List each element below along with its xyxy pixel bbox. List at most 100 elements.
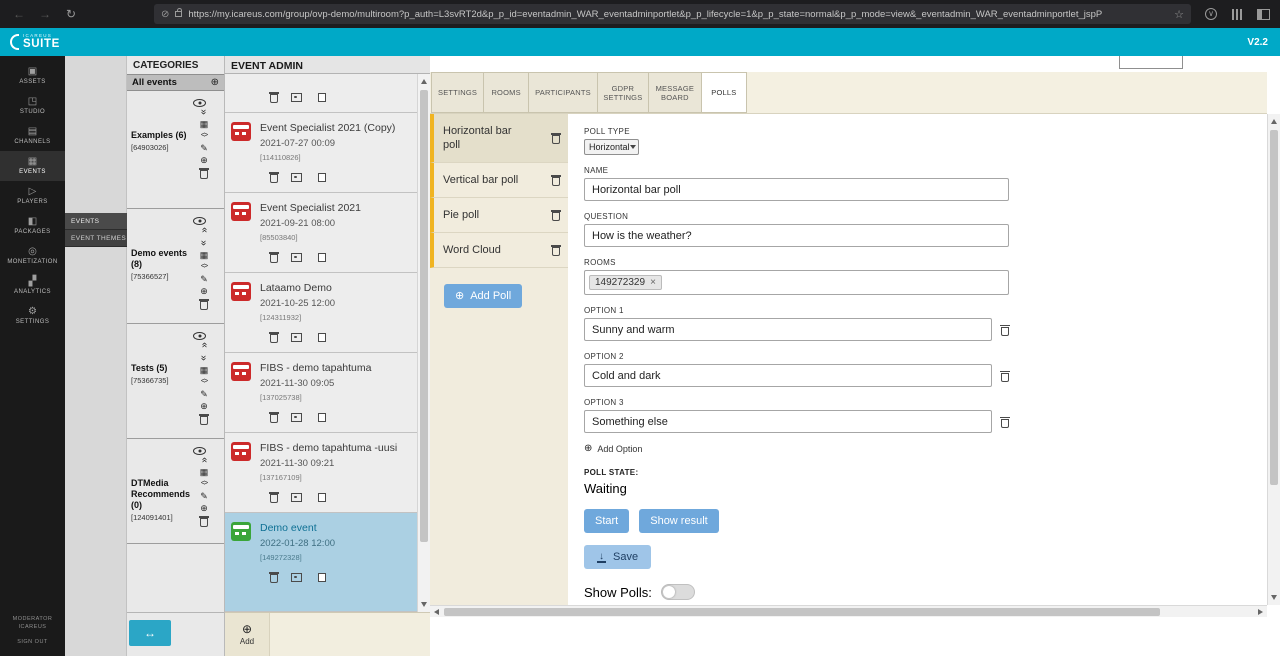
add-event-button[interactable]: ⊕ Add [225, 613, 270, 656]
bookmark-star-icon[interactable]: ☆ [1174, 8, 1184, 21]
scrollbar-thumb[interactable] [420, 90, 428, 542]
event-list-item[interactable]: Event Specialist 2021 (Copy) 2021-07-27 … [225, 113, 417, 193]
delete-category-icon[interactable] [200, 301, 208, 310]
move-down-icon[interactable]: « [201, 237, 207, 248]
sidebar-item-packages[interactable]: ◧ PACKAGES [0, 211, 65, 241]
rooms-input[interactable]: 149272329 × [584, 270, 1009, 295]
sidebar-item-monetization[interactable]: ◎ MONETIZATION [0, 241, 65, 271]
event-list-item[interactable]: Lataamo Demo 2021-10-25 12:00 [124311932… [225, 273, 417, 353]
library-icon[interactable] [1231, 9, 1243, 20]
poll-item-horizontal[interactable]: Horizontal bar poll [430, 114, 568, 163]
scroll-down-arrow[interactable] [1271, 595, 1277, 600]
event-image-icon[interactable] [291, 173, 302, 182]
event-list-item[interactable]: FIBS - demo tapahtuma 2021-11-30 09:05 [… [225, 353, 417, 433]
embed-code-icon[interactable]: <> [201, 377, 207, 387]
option-3-input[interactable] [584, 410, 992, 433]
delete-event-icon[interactable] [270, 174, 278, 183]
edit-icon[interactable]: ✎ [200, 389, 208, 399]
sidebar-item-events[interactable]: ▦ EVENTS [0, 151, 65, 181]
delete-category-icon[interactable] [200, 518, 208, 527]
embed-code-icon[interactable]: <> [201, 479, 207, 489]
add-subcategory-icon[interactable]: ⊕ [200, 503, 208, 513]
scroll-down-arrow[interactable] [421, 602, 427, 607]
add-option-button[interactable]: ⊕ Add Option [584, 444, 1267, 454]
scrollbar-thumb[interactable] [1270, 130, 1278, 485]
delete-event-icon[interactable] [270, 574, 278, 583]
flyout-item-events[interactable]: EVENTS [65, 213, 127, 230]
app-logo[interactable]: ICAREUS SUITE [10, 34, 60, 50]
category-block-dtmedia[interactable]: DTMedia Recommends (0) [124091401] « ▦ <… [127, 439, 224, 544]
show-result-button[interactable]: Show result [639, 509, 718, 533]
show-polls-toggle[interactable] [661, 584, 695, 600]
delete-poll-icon[interactable] [552, 135, 560, 144]
edit-icon[interactable]: ✎ [200, 274, 208, 284]
sidebar-item-settings[interactable]: ⚙ SETTINGS [0, 301, 65, 331]
scroll-left-arrow[interactable] [434, 609, 439, 615]
add-poll-button[interactable]: ⊕ Add Poll [444, 284, 522, 308]
edit-icon[interactable]: ✎ [200, 143, 208, 153]
tab-rooms[interactable]: ROOMS [483, 72, 529, 113]
tab-gdpr-settings[interactable]: GDPR SETTINGS [597, 72, 649, 113]
tracking-protection-icon[interactable]: ⊘ [161, 9, 169, 20]
sidebar-toggle-icon[interactable] [1257, 9, 1270, 20]
sidebar-item-assets[interactable]: ▣ ASSETS [0, 61, 65, 91]
poll-item-word-cloud[interactable]: Word Cloud [430, 233, 568, 268]
poll-item-vertical[interactable]: Vertical bar poll [430, 163, 568, 198]
tab-message-board[interactable]: MESSAGE BOARD [648, 72, 702, 113]
poll-item-pie[interactable]: Pie poll [430, 198, 568, 233]
flyout-item-event-themes[interactable]: EVENT THEMES [65, 230, 127, 247]
delete-poll-icon[interactable] [552, 177, 560, 186]
scrollbar-thumb[interactable] [444, 608, 1160, 616]
back-button[interactable]: ← [10, 7, 28, 21]
delete-category-icon[interactable] [200, 416, 208, 425]
visibility-icon[interactable] [193, 99, 206, 107]
move-down-icon[interactable]: « [201, 352, 207, 363]
start-button[interactable]: Start [584, 509, 629, 533]
poll-name-input[interactable] [584, 178, 1009, 201]
copy-event-icon[interactable] [318, 253, 326, 262]
option-1-input[interactable] [584, 318, 992, 341]
url-bar[interactable]: ⊘ https://my.icareus.com/group/ovp-demo/… [154, 4, 1191, 24]
event-image-icon[interactable] [291, 253, 302, 262]
delete-poll-icon[interactable] [552, 212, 560, 221]
poll-type-select[interactable]: Horizontal [584, 139, 639, 155]
move-up-icon[interactable]: « [201, 454, 207, 465]
event-list-item-selected[interactable]: Demo event 2022-01-28 12:00 [149272328] [225, 513, 417, 612]
event-list-item[interactable]: Event Specialist 2021 2021-09-21 08:00 [… [225, 193, 417, 273]
forward-button[interactable]: → [36, 7, 54, 21]
delete-option-icon[interactable] [1001, 373, 1009, 382]
option-2-input[interactable] [584, 364, 992, 387]
delete-event-icon[interactable] [270, 254, 278, 263]
save-button[interactable]: ↓ Save [584, 545, 651, 569]
copy-event-icon[interactable] [318, 493, 326, 502]
embed-code-icon[interactable]: <> [201, 131, 207, 141]
delete-option-icon[interactable] [1001, 327, 1009, 336]
event-list-item-partial[interactable] [225, 74, 417, 113]
add-subcategory-icon[interactable]: ⊕ [200, 401, 208, 411]
sidebar-item-analytics[interactable]: ▞ ANALYTICS [0, 271, 65, 301]
visibility-icon[interactable] [193, 447, 206, 455]
calendar-icon[interactable]: ▦ [200, 250, 209, 260]
add-category-icon[interactable]: ⊕ [211, 78, 219, 88]
event-list-scrollbar[interactable] [417, 74, 430, 612]
expand-panel-button[interactable]: ↔ [129, 620, 171, 646]
scroll-right-arrow[interactable] [1258, 609, 1263, 615]
add-subcategory-icon[interactable]: ⊕ [200, 286, 208, 296]
tab-participants[interactable]: PARTICIPANTS [528, 72, 598, 113]
event-image-icon[interactable] [291, 93, 302, 102]
delete-poll-icon[interactable] [552, 247, 560, 256]
calendar-icon[interactable]: ▦ [200, 467, 209, 477]
sidebar-item-channels[interactable]: ▤ CHANNELS [0, 121, 65, 151]
category-block-tests[interactable]: Tests (5) [75366735] « « ▦ <> ✎ ⊕ [127, 324, 224, 439]
delete-event-icon[interactable] [270, 414, 278, 423]
copy-event-icon[interactable] [318, 573, 326, 582]
tab-settings[interactable]: SETTINGS [431, 72, 484, 113]
move-down-icon[interactable]: « [201, 106, 207, 117]
vertical-scrollbar[interactable] [1267, 114, 1280, 605]
delete-event-icon[interactable] [270, 494, 278, 503]
sidebar-item-studio[interactable]: ◳ STUDIO [0, 91, 65, 121]
poll-question-input[interactable] [584, 224, 1009, 247]
move-up-icon[interactable]: « [201, 339, 207, 350]
event-image-icon[interactable] [291, 573, 302, 582]
copy-event-icon[interactable] [318, 173, 326, 182]
